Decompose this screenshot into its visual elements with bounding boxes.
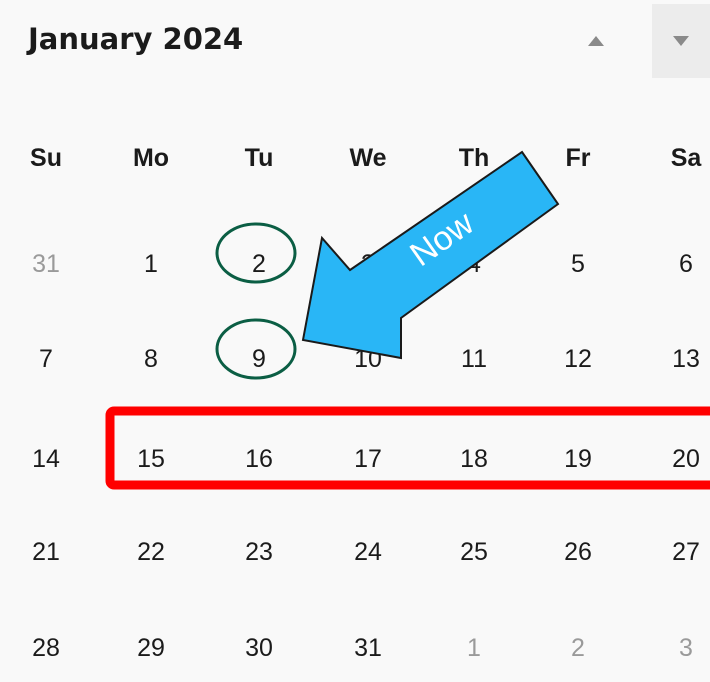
calendar-day[interactable]: 18 xyxy=(434,434,514,484)
calendar-day[interactable]: 17 xyxy=(328,434,408,484)
calendar-day[interactable]: 2 xyxy=(219,239,299,289)
calendar-day[interactable]: 30 xyxy=(219,623,299,673)
weekday-header: Sa xyxy=(670,143,702,172)
calendar-day[interactable]: 14 xyxy=(6,434,86,484)
weekday-header: We xyxy=(349,143,387,172)
calendar-day[interactable]: 2 xyxy=(538,623,618,673)
calendar-day[interactable]: 1 xyxy=(111,239,191,289)
calendar-day[interactable]: 5 xyxy=(538,239,618,289)
calendar-day[interactable]: 7 xyxy=(6,334,86,384)
calendar-day[interactable]: 10 xyxy=(328,334,408,384)
calendar-day[interactable]: 20 xyxy=(646,434,710,484)
calendar-day[interactable]: 21 xyxy=(6,527,86,577)
calendar-day[interactable]: 6 xyxy=(646,239,710,289)
calendar-day[interactable]: 22 xyxy=(111,527,191,577)
calendar-day[interactable]: 16 xyxy=(219,434,299,484)
calendar-day[interactable]: 31 xyxy=(328,623,408,673)
calendar-day[interactable]: 25 xyxy=(434,527,514,577)
calendar-day[interactable]: 9 xyxy=(219,334,299,384)
calendar-grid: Su Mo Tu We Th Fr Sa 31 1 2 3 4 5 6 7 8 9 10 11 12 13 14 15 16 1… xyxy=(0,0,710,682)
calendar-day[interactable]: 15 xyxy=(111,434,191,484)
weekday-header: Su xyxy=(30,143,62,172)
calendar-day[interactable]: 28 xyxy=(6,623,86,673)
calendar-day[interactable]: 31 xyxy=(6,239,86,289)
weekday-header: Th xyxy=(458,143,490,172)
calendar-day[interactable]: 26 xyxy=(538,527,618,577)
calendar-day[interactable]: 29 xyxy=(111,623,191,673)
weekday-header: Tu xyxy=(244,143,274,172)
calendar-day[interactable]: 27 xyxy=(646,527,710,577)
calendar-day[interactable]: 8 xyxy=(111,334,191,384)
calendar-day[interactable]: 24 xyxy=(328,527,408,577)
calendar-day[interactable]: 12 xyxy=(538,334,618,384)
calendar-day[interactable]: 3 xyxy=(646,623,710,673)
weekday-header: Mo xyxy=(132,143,170,172)
calendar-day[interactable]: 19 xyxy=(538,434,618,484)
calendar-day[interactable]: 1 xyxy=(434,623,514,673)
calendar-day[interactable]: 23 xyxy=(219,527,299,577)
calendar-day[interactable]: 11 xyxy=(434,334,514,384)
calendar-day[interactable]: 13 xyxy=(646,334,710,384)
weekday-header: Fr xyxy=(565,143,591,172)
